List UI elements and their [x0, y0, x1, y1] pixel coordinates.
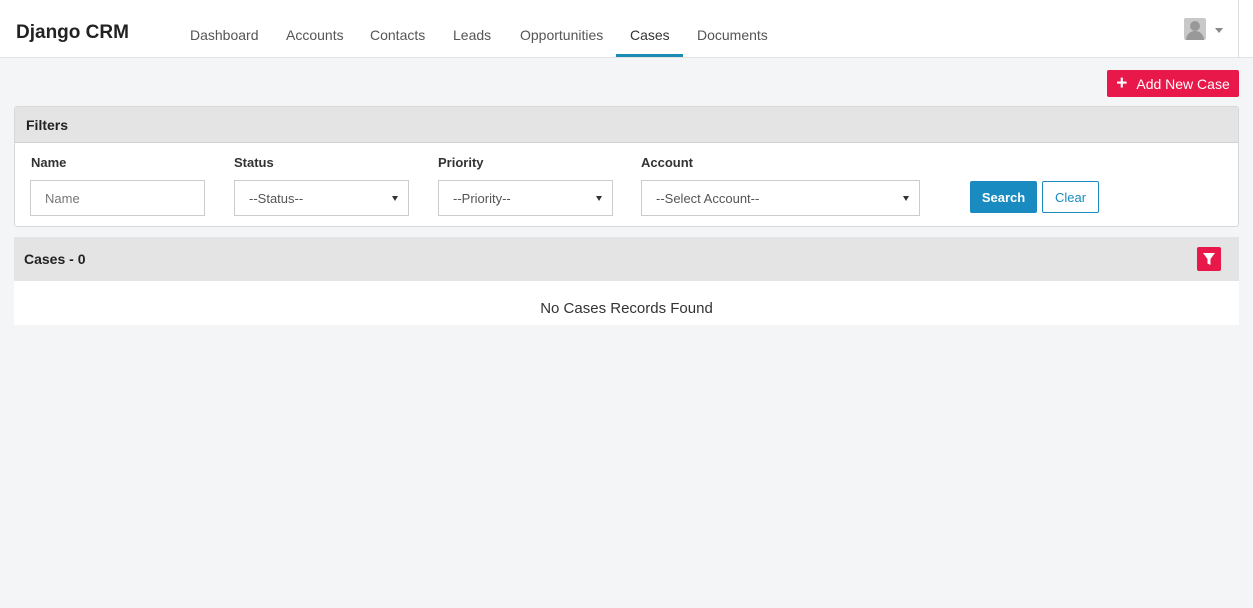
filters-panel: Filters Name Status Priority Account Nam…: [14, 106, 1239, 227]
nav-documents[interactable]: Documents: [697, 27, 768, 43]
toggle-filters-button[interactable]: [1197, 247, 1221, 271]
nav-leads[interactable]: Leads: [453, 27, 491, 43]
status-select-arrow-icon: [392, 196, 398, 201]
account-select-value: --Select Account--: [656, 191, 760, 206]
empty-state-message: No Cases Records Found: [540, 300, 713, 317]
add-new-case-button[interactable]: + Add New Case: [1107, 70, 1239, 97]
brand-logo[interactable]: Django CRM: [16, 22, 129, 44]
clear-button[interactable]: Clear: [1042, 181, 1099, 213]
top-navbar: Django CRM Dashboard Accounts Contacts L…: [0, 0, 1253, 58]
navbar-divider: [1238, 0, 1239, 58]
priority-select-value: --Priority--: [453, 191, 511, 206]
add-new-case-label: Add New Case: [1136, 75, 1230, 92]
account-label: Account: [641, 155, 693, 170]
filters-title: Filters: [15, 107, 1238, 143]
search-button[interactable]: Search: [970, 181, 1037, 213]
nav-dashboard[interactable]: Dashboard: [190, 27, 259, 43]
status-label: Status: [234, 155, 274, 170]
funnel-icon: [1203, 253, 1215, 265]
plus-icon: +: [1116, 73, 1128, 94]
name-input[interactable]: Name: [30, 180, 205, 216]
cases-header: Cases - 0: [14, 237, 1239, 281]
nav-accounts[interactable]: Accounts: [286, 27, 344, 43]
nav-cases[interactable]: Cases: [630, 27, 670, 43]
cases-panel: Cases - 0 No Cases Records Found: [14, 237, 1239, 325]
nav-contacts[interactable]: Contacts: [370, 27, 425, 43]
priority-select-arrow-icon: [596, 196, 602, 201]
priority-label: Priority: [438, 155, 484, 170]
nav-opportunities[interactable]: Opportunities: [520, 27, 603, 43]
caret-down-icon[interactable]: [1215, 28, 1223, 33]
name-input-placeholder: Name: [45, 191, 80, 206]
user-avatar-icon[interactable]: [1184, 18, 1206, 40]
status-select[interactable]: --Status--: [234, 180, 409, 216]
cases-title: Cases - 0: [24, 251, 86, 267]
priority-select[interactable]: --Priority--: [438, 180, 613, 216]
status-select-value: --Status--: [249, 191, 304, 206]
name-label: Name: [31, 155, 67, 170]
active-tab-indicator: [616, 54, 683, 57]
account-select-arrow-icon: [903, 196, 909, 201]
account-select[interactable]: --Select Account--: [641, 180, 920, 216]
